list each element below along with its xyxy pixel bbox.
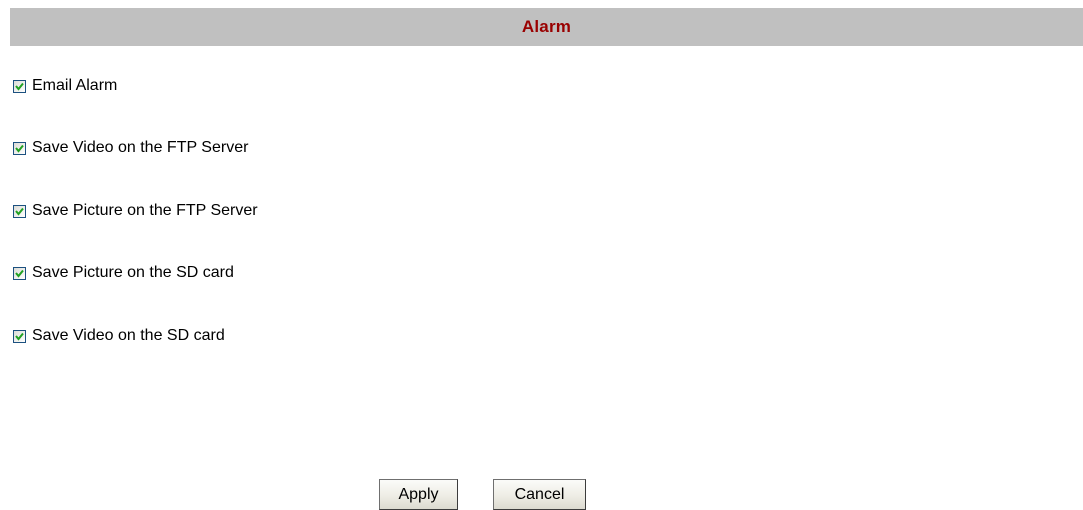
email-alarm-checkbox[interactable]: [13, 79, 26, 93]
save-video-sd-label: Save Video on the SD card: [32, 327, 225, 344]
save-video-sd-option[interactable]: Save Video on the SD card: [13, 326, 225, 346]
checkmark-icon: [15, 144, 24, 153]
alarm-settings-page: Alarm Email Alarm Save Video on the FTP …: [0, 0, 1083, 510]
page-title: Alarm: [521, 17, 572, 36]
checkmark-icon: [15, 269, 24, 278]
apply-button[interactable]: Apply: [379, 479, 458, 510]
save-video-ftp-checkbox[interactable]: [13, 141, 26, 155]
save-picture-sd-option[interactable]: Save Picture on the SD card: [13, 263, 234, 283]
save-video-ftp-option[interactable]: Save Video on the FTP Server: [13, 138, 248, 158]
save-picture-ftp-option[interactable]: Save Picture on the FTP Server: [13, 201, 258, 221]
checkmark-icon: [15, 332, 24, 341]
save-picture-sd-label: Save Picture on the SD card: [32, 264, 234, 281]
save-picture-ftp-checkbox[interactable]: [13, 204, 26, 218]
save-picture-ftp-label: Save Picture on the FTP Server: [32, 202, 258, 219]
checkmark-icon: [15, 82, 24, 91]
cancel-button[interactable]: Cancel: [493, 479, 586, 510]
email-alarm-label: Email Alarm: [32, 77, 118, 94]
alarm-header-bar: Alarm: [10, 8, 1083, 46]
save-video-sd-checkbox[interactable]: [13, 329, 26, 343]
save-picture-sd-checkbox[interactable]: [13, 266, 26, 280]
email-alarm-option[interactable]: Email Alarm: [13, 76, 117, 96]
save-video-ftp-label: Save Video on the FTP Server: [32, 139, 249, 156]
checkmark-icon: [15, 207, 24, 216]
